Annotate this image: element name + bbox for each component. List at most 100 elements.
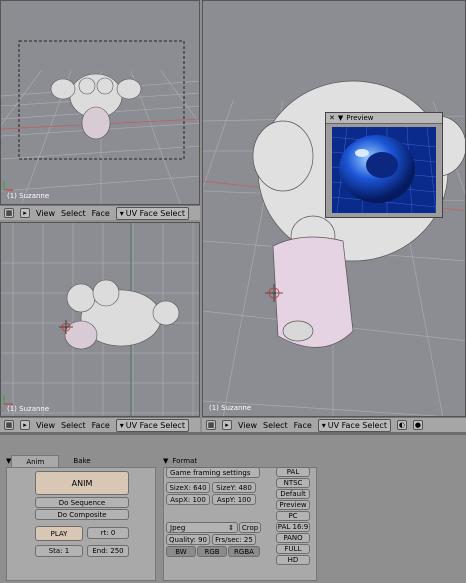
collapse-icon[interactable]: ▼ <box>338 114 343 122</box>
preset-hd-label: HD <box>287 556 299 564</box>
viewport-top-left[interactable]: (1) Suzanne <box>0 0 200 205</box>
format-select[interactable]: Jpeg ⇕ <box>166 522 238 533</box>
mode-label: UV Face Select <box>125 208 185 218</box>
do-composite-button[interactable]: Do Composite <box>35 509 129 520</box>
preset-pal169[interactable]: PAL 16:9 <box>276 522 310 532</box>
suzanne-mesh <box>50 73 142 140</box>
preset-default-label: Default <box>280 490 306 498</box>
rgba-label: RGBA <box>234 547 254 556</box>
preset-hd[interactable]: HD <box>276 555 310 565</box>
fps-field[interactable]: Frs/sec: 25 <box>212 534 256 545</box>
menu-view[interactable]: View <box>36 421 55 430</box>
editor-type-icon[interactable]: ▦ <box>4 208 14 218</box>
object-label: (1) Suzanne <box>7 192 50 200</box>
viewport-header-bottom-left: ▦ ▸ View Select Face ▾ UV Face Select <box>0 417 200 432</box>
end-label: End: 250 <box>92 547 124 555</box>
do-composite-label: Do Composite <box>57 510 107 519</box>
preview-panel[interactable]: ✕ ▼ Preview <box>325 112 443 218</box>
mode-select[interactable]: ▾ UV Face Select <box>115 418 189 432</box>
play-button[interactable]: PLAY <box>35 526 83 541</box>
menu-select[interactable]: Select <box>61 209 86 218</box>
collapse-icon[interactable]: ▸ <box>20 420 30 430</box>
sizex-label: SizeX: 640 <box>169 483 207 492</box>
play-label: PLAY <box>50 529 68 538</box>
grid-lines <box>1 223 199 416</box>
crop-label: Crop <box>241 523 259 532</box>
end-field[interactable]: End: 250 <box>87 545 129 557</box>
tab-bake[interactable]: Bake <box>59 455 104 467</box>
quality-field[interactable]: Quality: 90 <box>166 534 210 545</box>
anim-tabs: ▼ Anim Bake <box>6 454 105 468</box>
editor-type-icon[interactable]: ▦ <box>206 420 216 430</box>
do-sequence-button[interactable]: Do Sequence <box>35 497 129 508</box>
object-label: (1) Suzanne <box>209 404 252 412</box>
preset-ntsc[interactable]: NTSC <box>276 478 310 488</box>
menu-select[interactable]: Select <box>263 421 288 430</box>
preset-preview-label: Preview <box>279 501 307 509</box>
axis-icon <box>3 181 13 191</box>
aspy-field[interactable]: AspY: 100 <box>212 494 256 505</box>
mode-label: UV Face Select <box>327 420 387 430</box>
rgb-button[interactable]: RGB <box>197 546 227 557</box>
fps-label: Frs/sec: 25 <box>215 535 253 544</box>
menu-face[interactable]: Face <box>92 421 110 430</box>
close-icon[interactable]: ✕ <box>329 114 335 122</box>
collapse-icon[interactable]: ▸ <box>222 420 232 430</box>
crop-button[interactable]: Crop <box>239 522 261 533</box>
preset-ntsc-label: NTSC <box>283 479 303 487</box>
format-tabs: ▼ Format <box>163 455 201 467</box>
game-framing-label: Game framing settings <box>170 468 251 477</box>
draw-type-icon[interactable]: ◐ <box>396 420 407 430</box>
axis-icon <box>3 395 13 405</box>
preset-pc[interactable]: PC <box>276 511 310 521</box>
sta-label: Sta: 1 <box>48 547 70 555</box>
sizex-field[interactable]: SizeX: 640 <box>166 482 210 493</box>
preset-full-label: FULL <box>284 545 302 553</box>
menu-face[interactable]: Face <box>92 209 110 218</box>
preset-pal-label: PAL <box>286 468 300 476</box>
sta-field[interactable]: Sta: 1 <box>35 545 83 557</box>
lock-icon[interactable]: ● <box>412 420 423 430</box>
tab-anim-label: Anim <box>26 457 45 466</box>
preset-pal169-label: PAL 16:9 <box>277 523 309 531</box>
menu-view[interactable]: View <box>36 209 55 218</box>
viewport-bottom-left[interactable]: (1) Suzanne <box>0 222 200 417</box>
tab-format-label: Format <box>172 457 198 465</box>
bw-button[interactable]: BW <box>166 546 196 557</box>
preset-pano[interactable]: PANO <box>276 533 310 543</box>
rgba-button[interactable]: RGBA <box>228 546 260 557</box>
menu-face[interactable]: Face <box>294 421 312 430</box>
viewport-header-right: ▦ ▸ View Select Face ▾ UV Face Select ◐ ● <box>202 417 466 432</box>
object-label: (1) Suzanne <box>7 405 50 413</box>
aspx-field[interactable]: AspX: 100 <box>166 494 210 505</box>
render-image <box>332 127 436 213</box>
mode-select[interactable]: ▾ UV Face Select <box>317 418 391 432</box>
grid-lines <box>1 40 199 204</box>
rt-field[interactable]: rt: 0 <box>87 527 129 539</box>
preset-preview[interactable]: Preview <box>276 500 310 510</box>
preset-pal[interactable]: PAL <box>276 467 310 477</box>
tab-anim[interactable]: Anim <box>11 454 60 468</box>
menu-view[interactable]: View <box>238 421 257 430</box>
editor-type-icon[interactable]: ▦ <box>4 420 14 430</box>
preset-default[interactable]: Default <box>276 489 310 499</box>
aspx-label: AspX: 100 <box>170 495 206 504</box>
mode-select[interactable]: ▾ UV Face Select <box>115 206 189 220</box>
mode-icon: ▾ <box>119 420 124 430</box>
tab-bake-label: Bake <box>73 457 91 465</box>
sizey-field[interactable]: SizeY: 480 <box>212 482 256 493</box>
anim-button[interactable]: ANIM <box>35 471 129 495</box>
mode-icon: ▾ <box>321 420 326 430</box>
aspy-label: AspY: 100 <box>216 495 252 504</box>
preset-full[interactable]: FULL <box>276 544 310 554</box>
tab-format[interactable]: Format <box>168 455 201 467</box>
anim-panel: ANIM Do Sequence Do Composite PLAY rt: 0… <box>6 467 156 581</box>
game-framing-button[interactable]: Game framing settings <box>166 467 260 478</box>
suzanne-mesh <box>64 279 180 350</box>
collapse-icon[interactable]: ▸ <box>20 208 30 218</box>
preview-render <box>332 127 436 213</box>
format-panel: Game framing settings SizeX: 640 SizeY: … <box>163 467 317 581</box>
rt-label: rt: 0 <box>100 529 116 537</box>
menu-select[interactable]: Select <box>61 421 86 430</box>
do-sequence-label: Do Sequence <box>58 498 106 507</box>
